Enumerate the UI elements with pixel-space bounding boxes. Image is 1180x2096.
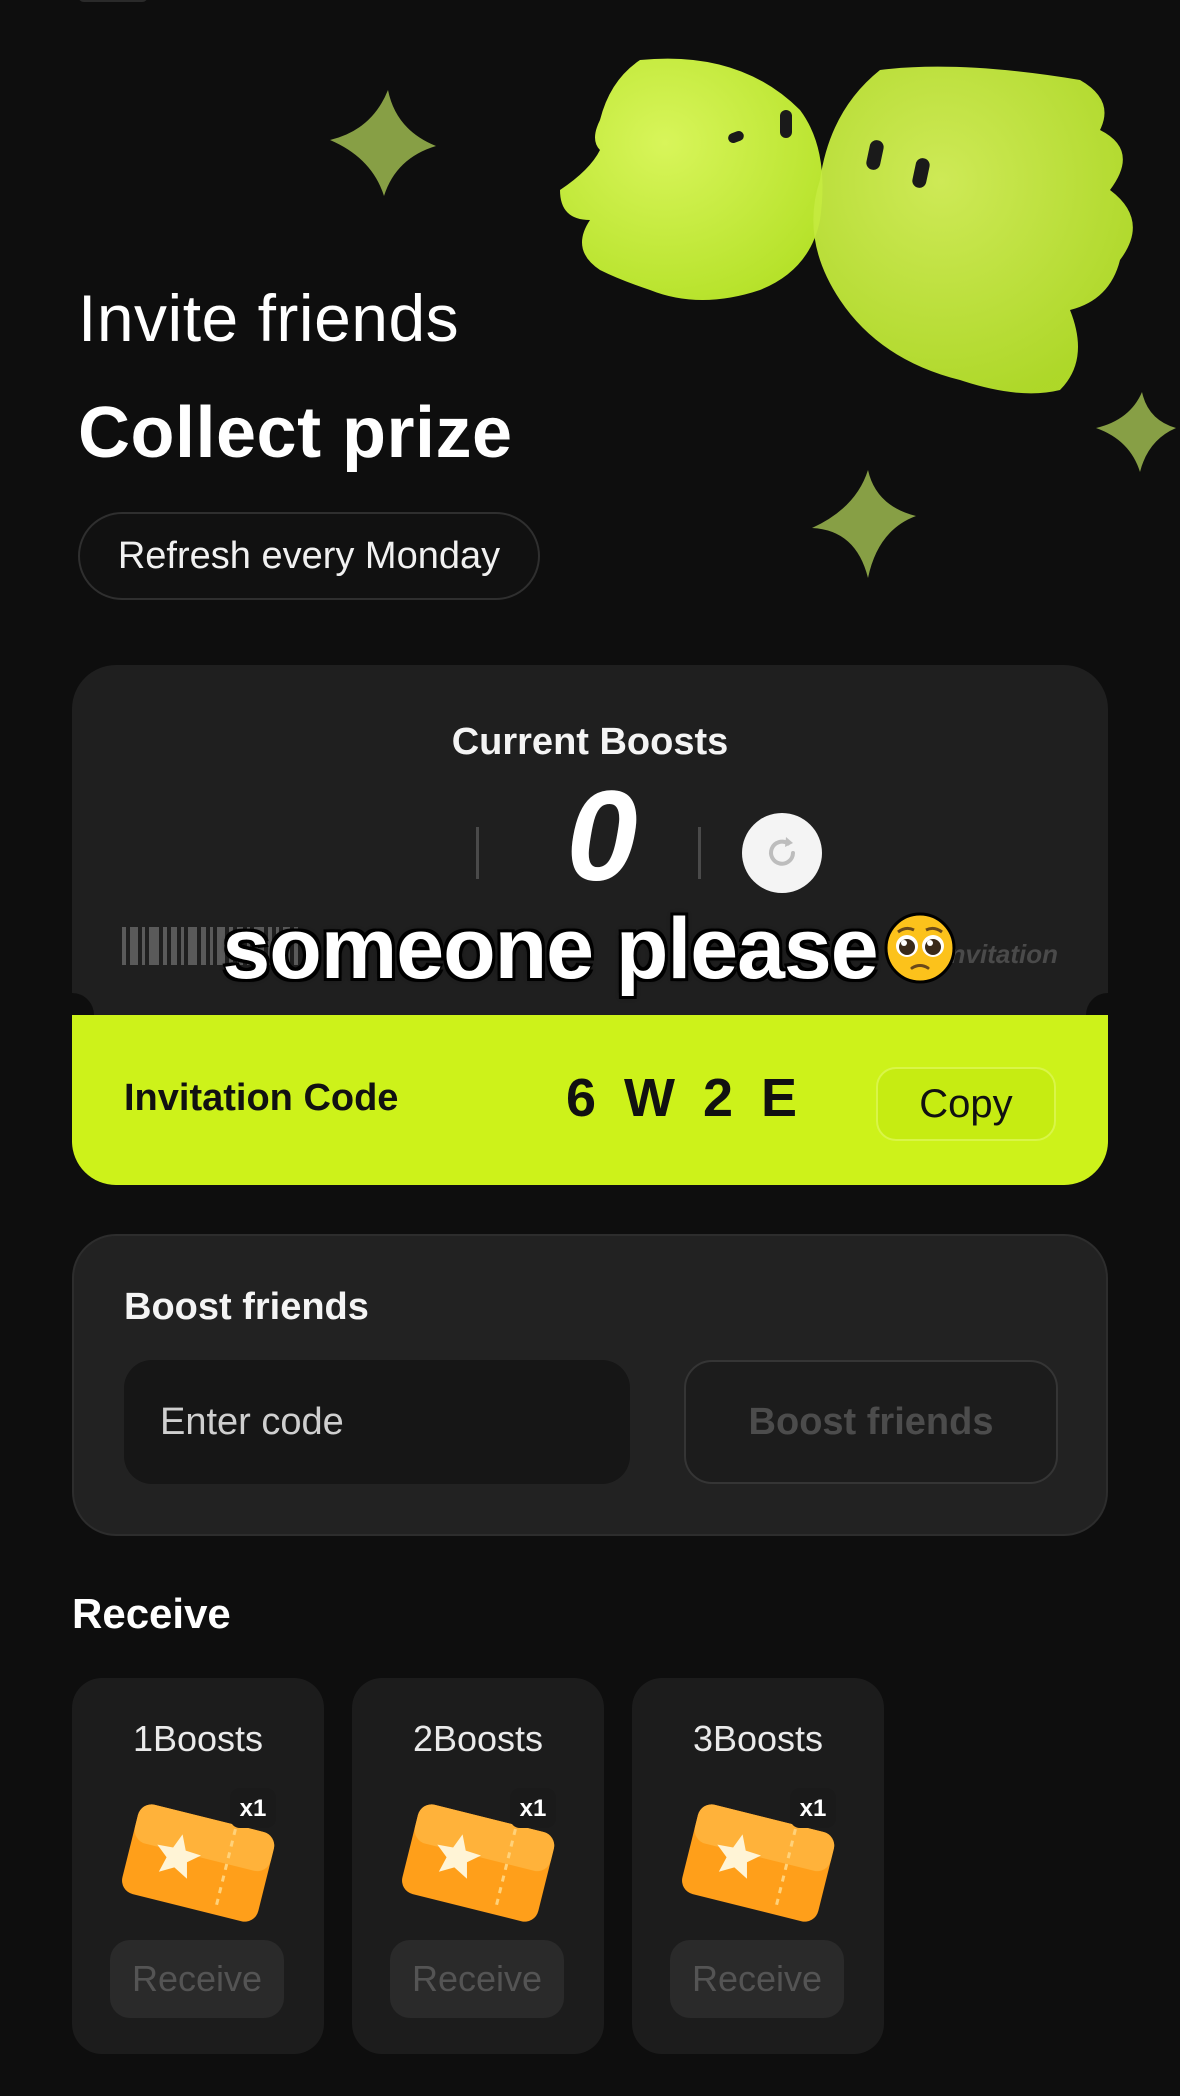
- receive-button[interactable]: Receive: [110, 1940, 284, 2018]
- sparkle-star-icon: [330, 90, 436, 196]
- reward-tier-card: 3Boosts x1 Receive: [632, 1678, 884, 2054]
- invitation-code-strip: Invitation Code 6W2E Copy: [72, 1015, 1108, 1185]
- ticket-icon: x1: [682, 1788, 836, 1922]
- copy-code-button[interactable]: Copy: [876, 1067, 1056, 1141]
- reward-tier-card: 2Boosts x1 Receive: [352, 1678, 604, 2054]
- boost-count: 0: [566, 765, 638, 908]
- friend-code-input[interactable]: [124, 1360, 630, 1484]
- boost-friends-button[interactable]: Boost friends: [684, 1360, 1058, 1484]
- refresh-note-badge: Refresh every Monday: [78, 512, 540, 600]
- hero-subtitle: Collect prize: [78, 393, 513, 473]
- current-boosts-label: Current Boosts: [451, 721, 729, 763]
- sparkle-star-icon: [812, 470, 916, 578]
- divider: [476, 827, 479, 879]
- ticket-icon: x1: [402, 1788, 556, 1922]
- refresh-boosts-button[interactable]: [742, 813, 822, 893]
- sparkle-star-icon: [1096, 392, 1176, 472]
- pleading-face-emoji-icon: [884, 912, 956, 984]
- refresh-icon: [769, 837, 795, 866]
- reward-tier-label: 1Boosts: [132, 1718, 264, 1759]
- reward-tier-label: 2Boosts: [412, 1718, 544, 1759]
- overlay-caption-text: someone please: [222, 901, 878, 997]
- hero-title: Invite friends: [78, 281, 460, 355]
- receive-button[interactable]: Receive: [390, 1940, 564, 2018]
- svg-text:x1: x1: [520, 1795, 547, 1822]
- reward-tiers: 1Boosts x1 Receive 2Boosts x1 Receive 3B…: [72, 1678, 884, 2054]
- invitation-code-value: 6W2E: [566, 1068, 826, 1128]
- boost-friends-card: Boost friends Boost friends: [72, 1234, 1108, 1536]
- ticket-icon: x1: [122, 1788, 276, 1922]
- reward-tier-label: 3Boosts: [692, 1718, 824, 1759]
- invitation-code-label: Invitation Code: [124, 1077, 399, 1119]
- boost-friends-title: Boost friends: [124, 1286, 369, 1328]
- svg-text:x1: x1: [800, 1795, 827, 1822]
- reward-tier-card: 1Boosts x1 Receive: [72, 1678, 324, 2054]
- svg-text:x1: x1: [240, 1795, 267, 1822]
- receive-title: Receive: [72, 1590, 231, 1637]
- divider: [698, 827, 701, 879]
- receive-button[interactable]: Receive: [670, 1940, 844, 2018]
- overlay-caption: someone please: [0, 900, 1180, 999]
